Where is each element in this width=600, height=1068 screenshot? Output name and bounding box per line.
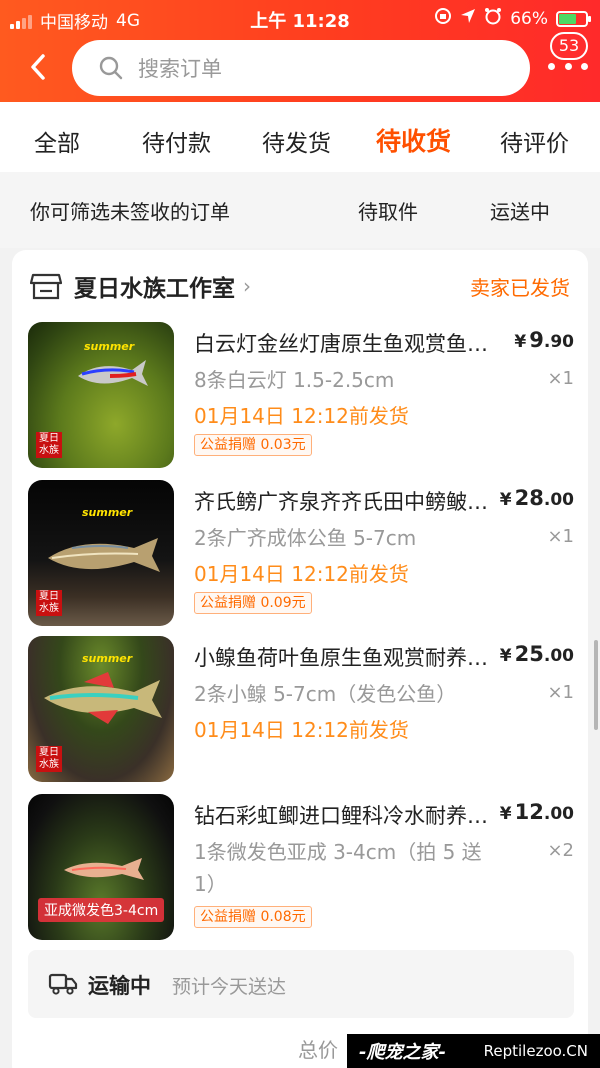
product-quantity: ×1 [547,682,574,703]
order-item[interactable]: 亚成微发色3-4cm 钻石彩虹鲫进口鲤科冷水耐养观赏鱼 ¥12.00 1条微发色… [28,794,574,940]
image-watermark: summer [82,652,133,665]
product-quantity: ×2 [547,840,574,861]
order-item[interactable]: summer 夏日 水族 白云灯金丝灯唐原生鱼观赏鱼活体 ¥9.90 8条白云灯 … [28,322,574,468]
product-price: ¥28.00 [499,486,574,510]
fish-image-icon [44,672,162,724]
product-spec: 2条广齐成体公鱼 5-7cm [194,526,417,550]
shop-logo-icon: 夏日 水族 [36,590,62,616]
tab-pending-shipment[interactable]: 待发货 [262,124,331,158]
filter-row: 你可筛选未签收的订单 待取件 运送中 [0,172,600,248]
product-spec: 1条微发色亚成 3-4cm（拍 5 送1） [194,840,482,896]
search-input[interactable]: 搜索订单 [72,40,530,96]
order-card[interactable]: 夏日水族工作室 › 卖家已发货 summer 夏日 水族 白云灯金丝灯唐原生鱼观赏… [12,250,588,1068]
ship-deadline: 01月14日 12:12前发货 [194,718,409,742]
battery-icon [556,10,591,27]
search-placeholder: 搜索订单 [138,57,222,81]
charity-tag: 公益捐赠 0.09元 [194,592,312,614]
filter-chip-in-transit[interactable]: 运送中 [490,196,550,225]
watermark-en: Reptilezoo.CN [483,1042,588,1060]
ship-deadline: 01月14日 12:12前发货 [194,562,409,586]
product-image[interactable]: 亚成微发色3-4cm [28,794,174,940]
transit-status: 运输中 [88,974,151,998]
product-image[interactable]: summer 夏日 水族 [28,636,174,782]
scrollbar[interactable] [594,640,598,730]
chevron-left-icon [31,54,45,80]
order-status: 卖家已发货 [470,276,570,300]
alarm-icon [484,7,502,30]
message-badge: 53 [550,32,588,60]
shop-logo-icon: 夏日 水族 [36,746,62,772]
order-item[interactable]: summer 夏日水族 小鳈鱼荷叶鱼原生鱼观赏耐养冷水鱼 ¥25.00 2条小鳈… [28,636,574,782]
product-price: ¥9.90 [514,328,574,352]
status-bar: 中国移动 4G 上午 11:28 66% [0,0,600,36]
product-quantity: ×1 [547,368,574,389]
fish-image-icon [64,858,144,880]
filter-hint: 你可筛选未签收的订单 [30,200,230,224]
product-title[interactable]: 小鳈鱼荷叶鱼原生鱼观赏耐养冷水鱼 [194,642,490,672]
more-menu-button[interactable] [548,60,588,72]
tab-pending-payment[interactable]: 待付款 [142,124,211,158]
app-header: 中国移动 4G 上午 11:28 66% 搜索订单 53 [0,0,600,102]
product-spec: 2条小鳈 5-7cm（发色公鱼） [194,682,457,706]
ship-deadline: 01月14日 12:12前发货 [194,404,409,428]
product-title[interactable]: 钻石彩虹鲫进口鲤科冷水耐养观赏鱼 [194,800,490,830]
product-image[interactable]: summer 夏日 水族 [28,480,174,626]
charity-tag: 公益捐赠 0.08元 [194,906,312,928]
site-watermark: -爬宠之家- Reptilezoo.CN [347,1034,600,1068]
filter-chip-pickup[interactable]: 待取件 [358,196,418,225]
back-button[interactable] [24,50,52,84]
store-icon [30,271,62,301]
watermark-cn: -爬宠之家- [359,1042,446,1063]
shop-header[interactable]: 夏日水族工作室 › [30,266,251,306]
product-title[interactable]: 白云灯金丝灯唐原生鱼观赏鱼活体 [194,328,490,358]
product-image[interactable]: summer 夏日 水族 [28,322,174,468]
image-tag: 亚成微发色3-4cm [38,898,165,922]
total-price-label: 总价 [298,1038,338,1062]
charity-tag: 公益捐赠 0.03元 [194,434,312,456]
logistics-row[interactable]: 运输中 预计今天送达 [28,950,574,1018]
transit-eta: 预计今天送达 [172,976,287,998]
product-spec: 8条白云灯 1.5-2.5cm [194,368,395,392]
tab-pending-review[interactable]: 待评价 [500,124,569,158]
tab-all[interactable]: 全部 [34,124,80,158]
truck-icon [48,968,78,998]
order-item[interactable]: summer 夏日水族 齐氏鳑广齐泉齐齐氏田中鳑鲏原生鱼 ¥28.00 2条广齐… [28,480,574,626]
search-icon [98,55,124,81]
battery-percent: 66% [510,8,548,29]
tab-pending-receipt[interactable]: 待收货 [376,122,451,158]
location-icon [460,8,476,29]
product-quantity: ×1 [547,526,574,547]
chevron-right-icon: › [243,274,251,298]
product-price: ¥12.00 [499,800,574,824]
rotation-lock-icon [434,7,452,30]
product-title[interactable]: 齐氏鳑广齐泉齐齐氏田中鳑鲏原生鱼 [194,486,490,516]
order-tabs: 全部 待付款 待发货 待收货 待评价 [0,102,600,172]
product-price: ¥25.00 [499,642,574,666]
fish-image-icon [78,360,148,386]
fish-image-icon [48,538,160,572]
shop-name: 夏日水族工作室 [74,276,235,302]
shop-logo-icon: 夏日 水族 [36,432,62,458]
image-watermark: summer [82,506,133,519]
